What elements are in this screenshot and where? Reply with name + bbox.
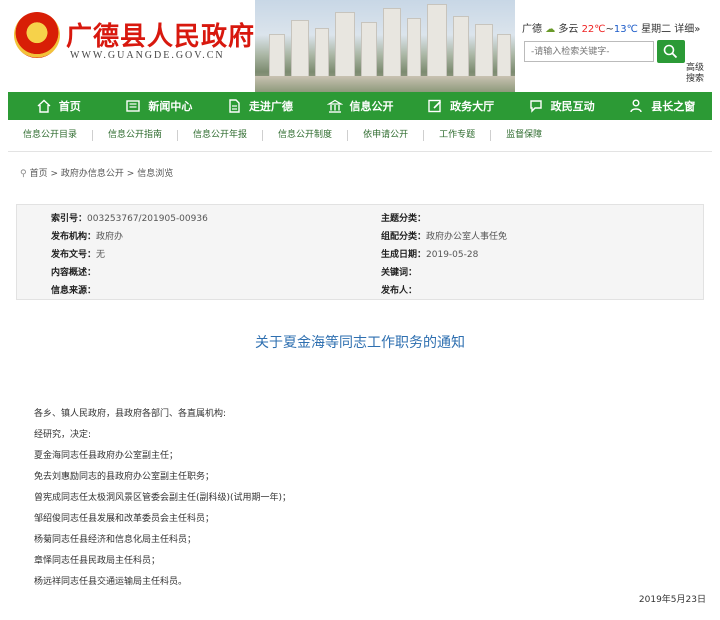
article-paragraph: 邹绍俊同志任县发展和改革委员会主任科员； xyxy=(34,514,215,524)
info-source: 信息来源： xyxy=(51,286,97,296)
weather-city: 广德 xyxy=(522,24,542,35)
sub-nav-item[interactable]: 信息公开制度 xyxy=(263,130,349,141)
nav-item-about[interactable]: 走进广德 xyxy=(209,92,310,120)
weather-separator: ~ xyxy=(605,24,614,35)
nav-item-label: 县长之窗 xyxy=(651,100,696,113)
weather-condition: 多云 xyxy=(558,24,579,35)
article-paragraph: 各乡、镇人民政府，县政府各部门、各直属机构: xyxy=(34,409,227,419)
info-summary: 内容概述： xyxy=(51,268,97,278)
info-metadata-box: 索引号：003253767/201905-00936 主题分类： 发布机构：政府… xyxy=(16,204,704,300)
weather-high: 22℃ xyxy=(581,24,606,35)
home-icon xyxy=(37,99,51,113)
sub-nav-item[interactable]: 信息公开目录 xyxy=(8,130,94,141)
search-button[interactable] xyxy=(657,40,685,63)
nav-item-label: 首页 xyxy=(58,100,81,113)
nav-item-disclosure[interactable]: 信息公开 xyxy=(310,92,411,120)
weekday: 星期二 xyxy=(641,24,672,35)
search-input[interactable] xyxy=(524,41,654,62)
nav-item-news[interactable]: 新闻中心 xyxy=(109,92,210,120)
article-date: 2019年5月23日 xyxy=(638,595,706,605)
person-icon xyxy=(630,99,642,113)
info-org-category: 组配分类：政府办公室人事任免 xyxy=(381,232,508,242)
sub-nav-item[interactable]: 监督保障 xyxy=(491,130,557,141)
city-skyline-banner xyxy=(255,0,515,92)
breadcrumb-current: 信息浏览 xyxy=(137,169,174,179)
nav-item-magistrate[interactable]: 县长之窗 xyxy=(611,92,712,120)
article-paragraph: 杨菊同志任县经济和信息化局主任科员； xyxy=(34,535,197,545)
nav-item-label: 信息公开 xyxy=(349,100,394,113)
sub-nav-item[interactable]: 信息公开年报 xyxy=(178,130,264,141)
article-paragraph: 曾宪成同志任太极洞风景区管委会副主任(副科级)(试用期一年)； xyxy=(34,493,292,503)
advanced-search-link[interactable]: 高级搜索 xyxy=(684,63,706,85)
article-paragraph: 章怿同志任县民政局主任科员； xyxy=(34,556,161,566)
breadcrumb-home[interactable]: 首页 xyxy=(30,169,48,179)
weather-bar: 广德 ☁ 多云 22℃~13℃ 星期二 详细» xyxy=(522,20,700,35)
nav-item-home[interactable]: 首页 xyxy=(8,92,109,120)
edit-icon xyxy=(428,99,442,113)
info-subject: 主题分类： xyxy=(381,214,427,224)
nav-item-label: 走进广德 xyxy=(248,100,293,113)
cloudy-icon: ☁ xyxy=(545,24,556,35)
nav-item-interaction[interactable]: 政民互动 xyxy=(511,92,612,120)
breadcrumb-separator: > xyxy=(126,169,135,179)
nav-item-label: 新闻中心 xyxy=(148,100,193,113)
nav-item-service-hall[interactable]: 政务大厅 xyxy=(410,92,511,120)
location-pin-icon: ⚲ xyxy=(20,169,27,179)
site-title[interactable]: 广德县人民政府 xyxy=(66,16,255,53)
site-header: 广德县人民政府 WWW.GUANGDE.GOV.CN 广德 ☁ 多云 22℃~1… xyxy=(0,0,720,92)
sub-nav-item[interactable]: 信息公开指南 xyxy=(93,130,179,141)
article-title: 关于夏金海等同志工作职务的通知 xyxy=(255,335,465,351)
article-paragraph: 免去刘惠励同志的县政府办公室副主任职务； xyxy=(34,472,215,482)
info-publisher: 发布人： xyxy=(381,286,418,296)
info-publisher-org: 发布机构：政府办 xyxy=(51,232,124,242)
article-paragraph: 经研究，决定: xyxy=(34,430,92,440)
breadcrumb-separator: > xyxy=(50,169,59,179)
nav-item-label: 政民互动 xyxy=(550,100,595,113)
info-created-date: 生成日期：2019-05-28 xyxy=(381,250,479,260)
breadcrumb: ⚲ 首页 > 政府办信息公开 > 信息浏览 xyxy=(20,166,173,179)
sub-nav-item[interactable]: 依申请公开 xyxy=(348,130,425,141)
weather-low: 13℃ xyxy=(613,24,638,35)
site-domain: WWW.GUANGDE.GOV.CN xyxy=(70,50,225,61)
bank-icon xyxy=(326,99,343,113)
document-icon xyxy=(229,99,240,113)
article-paragraph: 夏金海同志任县政府办公室副主任； xyxy=(34,451,179,461)
info-doc-no: 发布文号：无 xyxy=(51,250,106,260)
breadcrumb-section[interactable]: 政府办信息公开 xyxy=(61,169,124,179)
article-body: 各乡、镇人民政府，县政府各部门、各直属机构: 经研究，决定: 夏金海同志任县政府… xyxy=(34,404,694,593)
article-paragraph: 杨远祥同志任县交通运输局主任科员。 xyxy=(34,577,188,587)
search-icon xyxy=(663,44,678,59)
newspaper-icon xyxy=(126,100,141,112)
main-nav: 首页 新闻中心 走进广德 信息公开 政务大厅 政民互动 县长之窗 xyxy=(8,92,712,120)
page: 广德县人民政府 WWW.GUANGDE.GOV.CN 广德 ☁ 多云 22℃~1… xyxy=(0,0,720,620)
chat-icon xyxy=(529,100,542,113)
national-emblem-logo[interactable] xyxy=(14,12,60,58)
weather-detail-link[interactable]: 详细» xyxy=(674,24,700,35)
info-index-no: 索引号：003253767/201905-00936 xyxy=(51,214,208,224)
info-keywords: 关键词： xyxy=(381,268,418,278)
sub-nav-item[interactable]: 工作专题 xyxy=(424,130,492,141)
nav-item-label: 政务大厅 xyxy=(450,100,495,113)
sub-nav: 信息公开目录 信息公开指南 信息公开年报 信息公开制度 依申请公开 工作专题 监… xyxy=(8,120,712,152)
